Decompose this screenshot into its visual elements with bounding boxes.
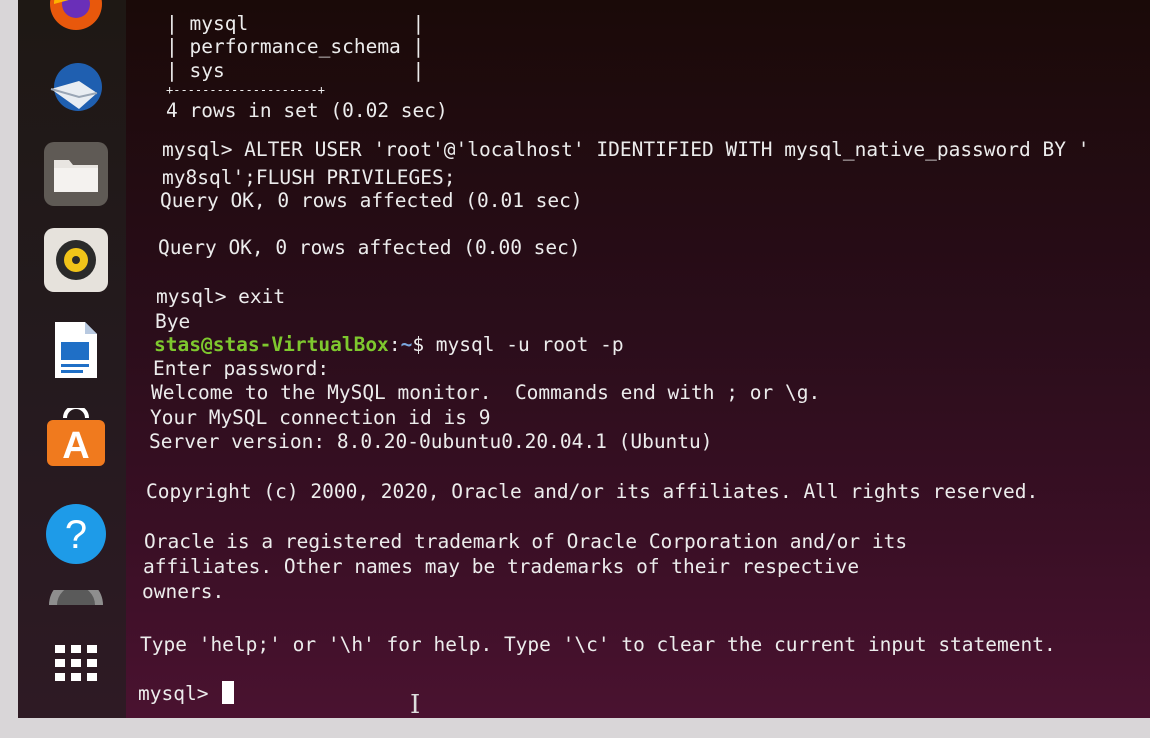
prompt-path: ~ [400,333,413,356]
mouse-ibeam-cursor: I [410,690,421,718]
mysql-prompt-label: mysql> [138,682,221,705]
software-center-launcher[interactable]: A [44,406,108,470]
prompt-user: stas@stas-VirtualBox [154,333,389,356]
thunderbird-launcher[interactable] [44,58,108,122]
bye-message: Bye [155,310,191,333]
copyright-line: Copyright (c) 2000, 2020, Oracle and/or … [146,480,1039,503]
welcome-message: Welcome to the MySQL monitor. Commands e… [151,381,821,404]
alter-user-command-line2: my8sql';FLUSH PRIVILEGES; [162,166,456,189]
mysql-input-prompt[interactable]: mysql> [138,681,235,707]
rhythmbox-icon [56,240,96,280]
help-glyph: ? [65,513,87,557]
firefox-launcher[interactable] [44,0,108,36]
text-cursor [222,681,235,704]
files-icon [54,160,98,192]
appstore-letter: A [62,425,89,467]
rhythmbox-launcher[interactable] [44,228,108,292]
trademark-line-3: owners. [142,580,225,603]
dock: A ? [18,0,126,718]
trademark-line-1: Oracle is a registered trademark of Orac… [144,530,908,553]
table-row-performance-schema: | performance_schema | [166,35,425,58]
shell-prompt-line: stas@stas-VirtualBox:~$ mysql -u root -p [154,333,624,358]
alter-user-command-line1: mysql> ALTER USER 'root'@'localhost' IDE… [162,138,1090,161]
trademark-line-2: affiliates. Other names may be trademark… [143,555,860,578]
rows-summary: 4 rows in set (0.02 sec) [166,99,448,122]
writer-launcher[interactable] [44,318,108,382]
app-grid-icon [55,645,97,681]
help-line: Type 'help;' or '\h' for help. Type '\c'… [140,633,1056,656]
enter-password: Enter password: [153,357,330,380]
help-icon: ? [46,504,106,564]
query-ok-2: Query OK, 0 rows affected (0.00 sec) [158,236,581,259]
screen: A ? | mysql | | performance_schema | | s… [18,0,1150,718]
help-launcher[interactable]: ? [44,502,108,566]
app-grid-launcher[interactable] [44,630,108,694]
firefox-icon [50,0,102,30]
table-row-mysql: | mysql | [166,12,425,35]
prompt-command: $ mysql -u root -p [412,333,624,356]
disk-icon [49,590,103,605]
writer-icon [55,322,97,378]
disk-launcher[interactable] [44,590,108,620]
software-center-icon: A [47,408,105,467]
terminal-output[interactable]: | mysql | | performance_schema | | sys |… [118,0,1138,718]
files-launcher[interactable] [44,142,108,206]
prompt-colon: : [388,333,401,356]
exit-command: mysql> exit [156,285,286,308]
server-version: Server version: 8.0.20-0ubuntu0.20.04.1 … [149,430,713,453]
thunderbird-icon [50,63,102,111]
query-ok-1: Query OK, 0 rows affected (0.01 sec) [160,189,583,212]
connection-id: Your MySQL connection id is 9 [150,406,491,429]
